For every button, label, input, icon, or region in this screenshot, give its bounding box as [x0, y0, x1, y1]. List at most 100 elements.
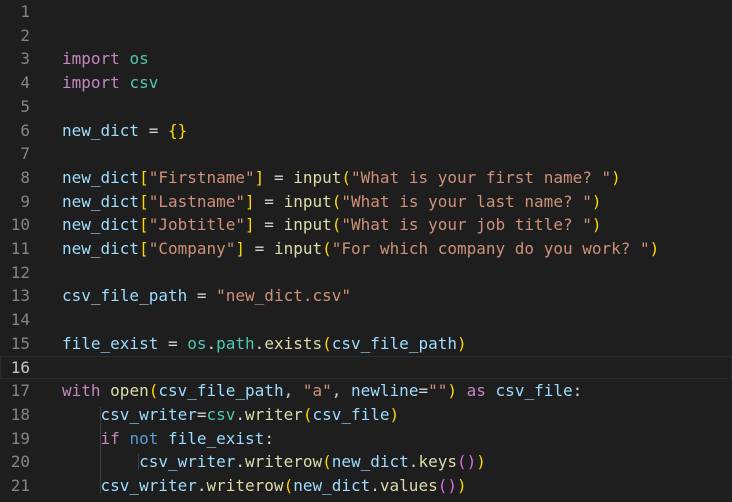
code-token: =: [245, 239, 274, 258]
code-token: ): [456, 333, 467, 353]
line-number: 1: [20, 2, 30, 21]
code-token: new_dict: [62, 191, 140, 211]
code-line[interactable]: 12: [0, 261, 732, 285]
code-text: import os: [62, 47, 149, 71]
code-line[interactable]: 3 import os: [0, 47, 732, 71]
code-token: values: [379, 476, 438, 495]
line-number: 12: [10, 262, 30, 282]
line-number: 18: [10, 404, 30, 424]
code-text: new_dict["Company"] = input("For which c…: [62, 237, 659, 261]
code-token: csv_file_path: [62, 286, 188, 306]
code-line[interactable]: 16: [0, 356, 732, 380]
code-token: "What is your first name? ": [351, 167, 612, 187]
code-token: if: [100, 428, 120, 448]
code-token: ): [611, 167, 621, 187]
code-line[interactable]: 7: [0, 142, 732, 166]
code-token: writer: [245, 404, 303, 424]
code-line[interactable]: 8 new_dict["Firstname"] = input("What is …: [0, 166, 732, 190]
code-text: new_dict["Lastname"] = input("What is yo…: [62, 190, 601, 214]
code-token: [: [139, 191, 149, 211]
code-token: "Company": [148, 239, 236, 258]
code-token: :: [264, 428, 274, 448]
code-line[interactable]: 5: [0, 95, 732, 119]
code-line[interactable]: 11 new_dict["Company"] = input("For which…: [0, 237, 732, 261]
code-editor[interactable]: 1 2 3 import os 4 import csv 5 6 new_dict = {} 7 8…: [0, 0, 732, 502]
code-line[interactable]: 9 new_dict["Lastname"] = input("What is y…: [0, 190, 732, 214]
code-token: "What is your last name? ": [341, 191, 592, 211]
line-number: 14: [10, 310, 30, 330]
code-line[interactable]: 2: [0, 24, 732, 48]
code-token: os: [129, 49, 149, 69]
code-token: .: [254, 333, 265, 353]
line-number: 21: [10, 476, 30, 495]
code-line[interactable]: 4 import csv: [0, 71, 732, 95]
code-text: csv_file_path = "new_dict.csv": [62, 284, 351, 308]
code-token: csv_writer: [139, 452, 236, 472]
code-token: ): [591, 215, 602, 235]
code-text: csv_writer=csv.writer(csv_file): [62, 403, 400, 427]
code-line[interactable]: 20 csv_writer.writerow(new_dict.keys()): [0, 450, 732, 474]
code-token: (: [148, 381, 159, 401]
code-line[interactable]: 21 csv_writer.writerow(new_dict.values()…: [0, 474, 732, 498]
code-line[interactable]: 19 if not file_exist:: [0, 427, 732, 451]
code-line[interactable]: 17 with open(csv_file_path, "a", newline=…: [0, 379, 732, 403]
code-token: csv: [129, 73, 159, 93]
code-token: writerow: [245, 452, 323, 472]
code-line[interactable]: 6 new_dict = {}: [0, 119, 732, 143]
code-token: "Lastname": [148, 191, 246, 211]
line-number: 8: [20, 167, 30, 187]
code-text: new_dict["Jobtitle"] = input("What is yo…: [62, 213, 601, 237]
code-token: .: [206, 333, 217, 353]
code-token: open: [110, 381, 149, 401]
line-number: 6: [20, 120, 30, 140]
code-line[interactable]: 15 file_exist = os.path.exists(csv_file_p…: [0, 332, 732, 356]
line-number: 3: [20, 49, 30, 69]
code-token: "a": [302, 381, 332, 401]
code-token: (: [331, 215, 342, 235]
line-number: 13: [10, 286, 30, 306]
code-text: with open(csv_file_path, "a", newline=""…: [62, 379, 582, 403]
code-token: (): [437, 476, 457, 495]
code-token: with: [62, 381, 101, 401]
code-token: [: [139, 215, 149, 235]
code-token: =: [418, 381, 429, 401]
code-token: new_dict: [62, 239, 140, 258]
code-token: input: [283, 191, 332, 211]
code-token: {}: [167, 120, 188, 140]
code-token: ): [389, 404, 400, 424]
line-number: 19: [10, 428, 30, 448]
code-token: ): [476, 452, 486, 472]
code-text: csv_writer.writerow(new_dict.keys()): [62, 450, 486, 474]
code-token: [: [139, 239, 149, 258]
code-line[interactable]: 14: [0, 308, 732, 332]
line-number: 16: [10, 357, 30, 377]
line-number: 20: [10, 452, 30, 472]
code-line[interactable]: 10 new_dict["Jobtitle"] = input("What is …: [0, 213, 732, 237]
code-token: (: [322, 452, 332, 472]
code-line[interactable]: 18 csv_writer=csv.writer(csv_file): [0, 403, 732, 427]
code-token: file_exist: [167, 428, 265, 448]
code-token: "What is your job title? ": [341, 215, 592, 235]
code-token: exists: [264, 333, 323, 353]
code-token: input: [273, 239, 323, 258]
code-token: newline: [351, 381, 419, 401]
code-token: ]: [245, 191, 255, 211]
code-token: csv_writer: [100, 404, 197, 424]
line-number: 7: [20, 144, 30, 164]
code-token: (: [322, 239, 332, 258]
code-line[interactable]: 1: [0, 0, 732, 24]
code-token: not: [129, 428, 159, 448]
code-token: "For which company do you work? ": [331, 239, 650, 258]
code-token: "Jobtitle": [148, 215, 246, 235]
code-line[interactable]: 13 csv_file_path = "new_dict.csv": [0, 284, 732, 308]
code-token: .: [235, 452, 246, 472]
